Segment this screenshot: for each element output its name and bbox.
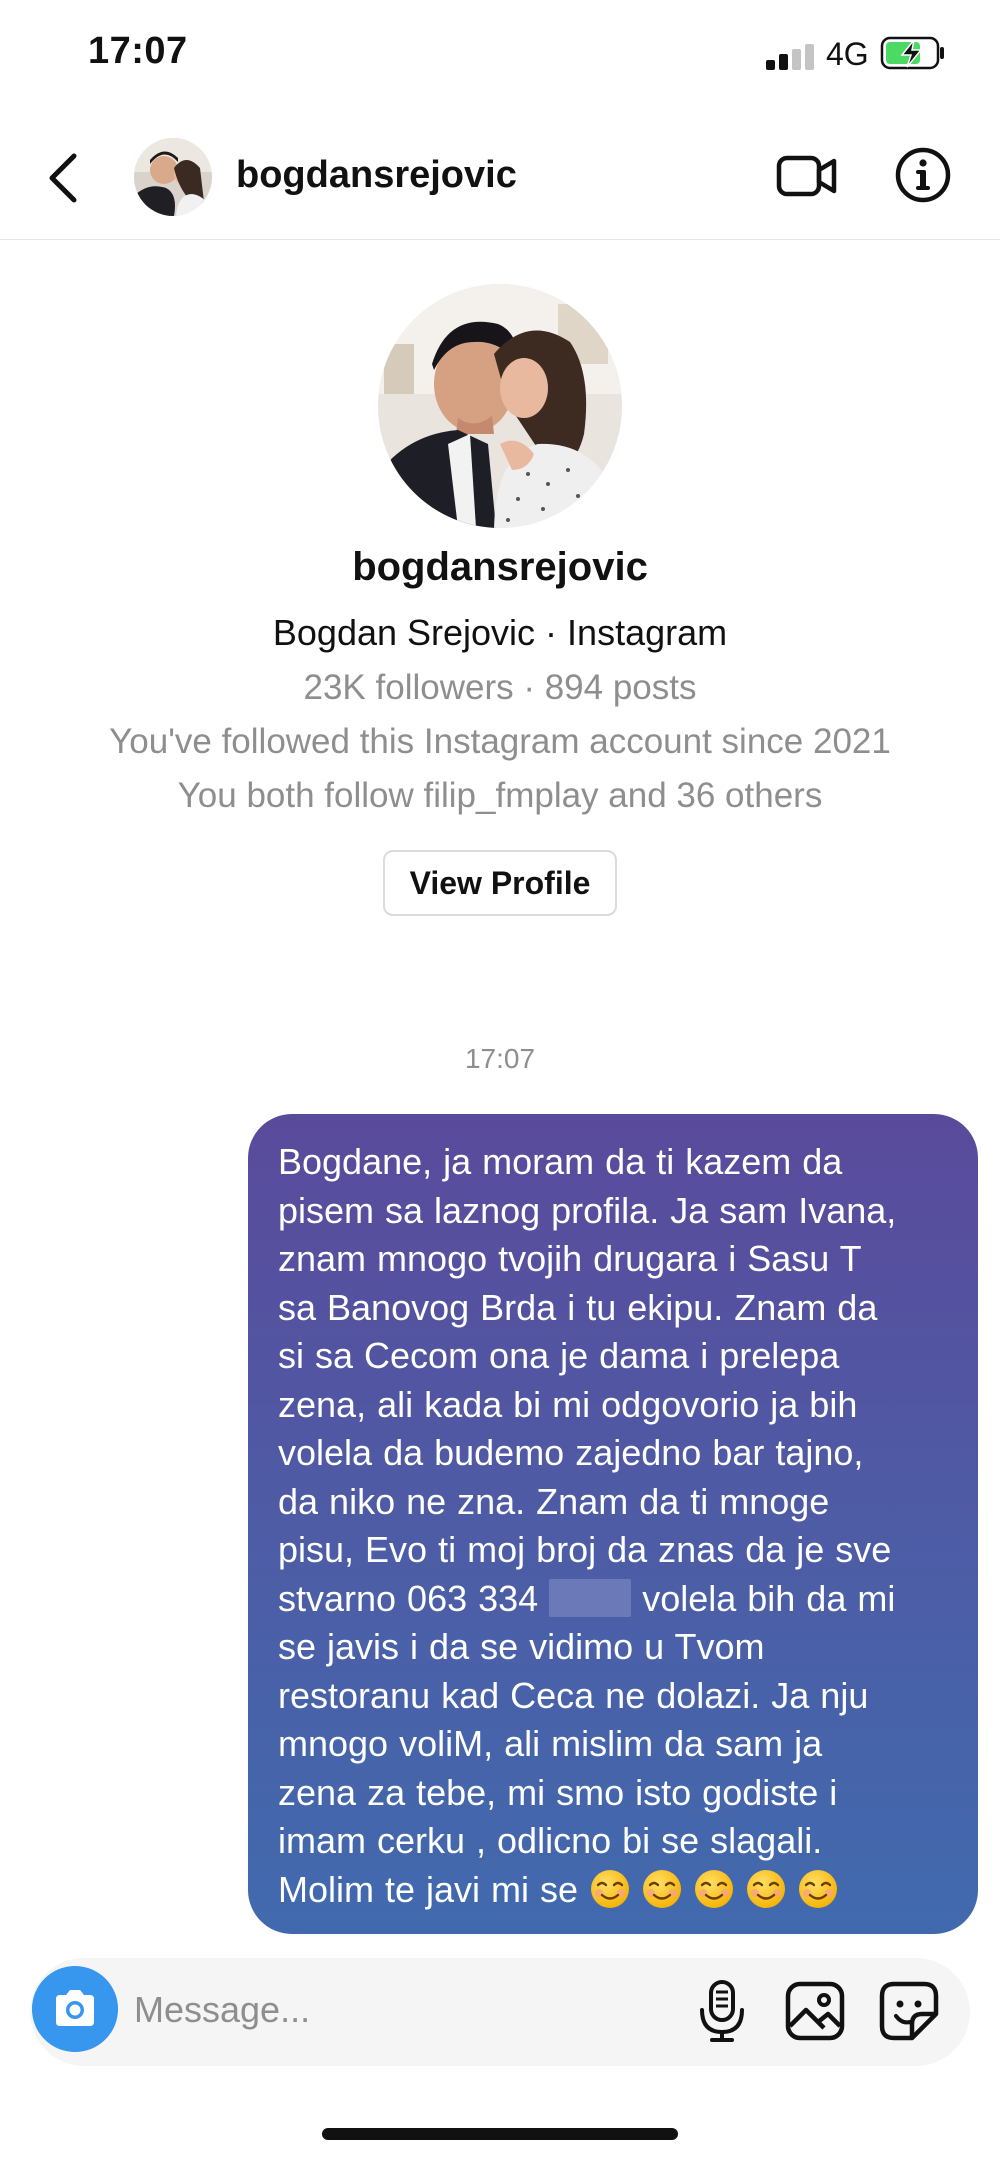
header-username[interactable]: bogdansrejovic <box>236 154 517 197</box>
back-arrow-icon[interactable] <box>40 148 90 208</box>
message-input[interactable] <box>134 1980 694 2040</box>
profile-stats: 23K followers · 894 posts <box>303 668 697 707</box>
profile-mutual-followers: You both follow filip_fmplay and 36 othe… <box>177 776 823 815</box>
status-time: 17:07 <box>88 30 188 72</box>
message-text-part-2: volela bih da mi se javis i da se vidimo… <box>278 1577 896 1910</box>
home-indicator <box>322 2128 678 2140</box>
smiling-face-emoji-icon <box>747 1869 786 1908</box>
message-text-part-1: Bogdane, ja moram da ti kazem da pisem s… <box>278 1141 897 1619</box>
gallery-icon[interactable] <box>784 1980 846 2042</box>
emoji-row <box>589 1869 849 1910</box>
battery-charging-icon <box>880 36 944 70</box>
profile-username: bogdansrejovic <box>352 545 648 589</box>
smiling-face-emoji-icon <box>643 1869 682 1908</box>
network-type: 4G <box>826 36 869 72</box>
smiling-face-emoji-icon <box>695 1869 734 1908</box>
header-avatar[interactable] <box>134 138 212 216</box>
profile-avatar[interactable] <box>378 284 622 528</box>
sent-message-bubble[interactable]: Bogdane, ja moram da ti kazem da pisem s… <box>248 1114 978 1934</box>
message-composer <box>30 1958 970 2066</box>
status-bar: 17:07 4G <box>0 0 1000 110</box>
profile-followed-since: You've followed this Instagram account s… <box>109 722 891 761</box>
camera-icon[interactable] <box>32 1966 118 2052</box>
smiling-face-emoji-icon <box>799 1869 838 1908</box>
sticker-icon[interactable] <box>878 1980 940 2042</box>
video-call-icon[interactable] <box>776 148 838 204</box>
chat-header: bogdansrejovic <box>0 120 1000 240</box>
microphone-icon[interactable] <box>692 1978 752 2044</box>
view-profile-button[interactable]: View Profile <box>383 850 617 916</box>
redacted-phone-digits <box>549 1578 632 1617</box>
profile-full-name: Bogdan Srejovic · Instagram <box>272 612 728 653</box>
smiling-face-emoji-icon <box>591 1869 630 1908</box>
signal-strength-icon <box>766 44 814 70</box>
message-timestamp: 17:07 <box>464 1043 536 1074</box>
message-text: Bogdane, ja moram da ti kazem da pisem s… <box>278 1138 954 1914</box>
info-icon[interactable] <box>894 146 952 204</box>
